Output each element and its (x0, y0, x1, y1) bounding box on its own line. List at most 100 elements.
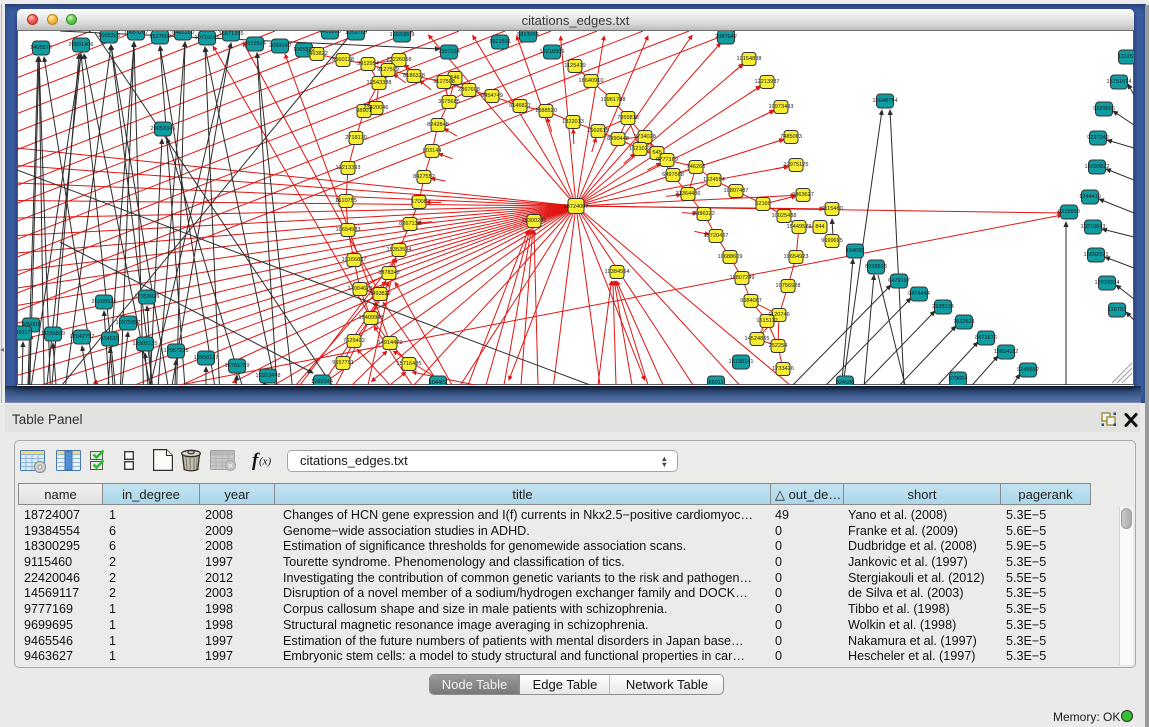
svg-text:3493822: 3493822 (369, 291, 391, 297)
svg-text:746266: 746266 (687, 164, 706, 170)
svg-text:6466160: 6466160 (172, 31, 194, 36)
svg-text:10210643: 10210643 (1081, 224, 1106, 230)
svg-text:10653267: 10653267 (124, 31, 149, 36)
svg-text:16640910: 16640910 (579, 78, 604, 84)
svg-text:12923448: 12923448 (256, 373, 281, 379)
svg-text:15449579: 15449579 (787, 224, 812, 230)
svg-text:10654983: 10654983 (336, 227, 361, 233)
svg-text:116753: 116753 (1108, 307, 1126, 313)
svg-text:65011: 65011 (708, 380, 723, 385)
svg-text:21364486: 21364486 (676, 191, 701, 197)
svg-text:252254: 252254 (769, 343, 788, 349)
svg-text:104402: 104402 (429, 380, 448, 385)
svg-text:98901: 98901 (356, 108, 372, 114)
svg-text:8471676: 8471676 (975, 335, 997, 341)
svg-text:10975857: 10975857 (116, 320, 141, 326)
svg-text:1588520: 1588520 (535, 108, 557, 114)
svg-text:19654923: 19654923 (784, 254, 809, 260)
svg-text:19218906: 19218906 (540, 49, 565, 55)
svg-text:3878342: 3878342 (378, 270, 400, 276)
svg-text:939001: 939001 (22, 322, 41, 328)
svg-text:9227342: 9227342 (1087, 135, 1109, 141)
svg-text:14524855: 14524855 (745, 336, 770, 342)
svg-text:15409948: 15409948 (359, 315, 384, 321)
svg-text:1610755: 1610755 (335, 198, 357, 204)
svg-text:18300295: 18300295 (522, 218, 547, 224)
svg-text:10543338: 10543338 (367, 80, 392, 86)
svg-text:10154808: 10154808 (737, 56, 762, 62)
svg-text:(x): (x) (259, 456, 272, 468)
svg-text:8242848: 8242848 (427, 122, 449, 128)
svg-text:7463820: 7463820 (319, 31, 341, 35)
svg-text:18724007: 18724007 (564, 204, 589, 210)
svg-text:15138141: 15138141 (729, 359, 754, 365)
svg-text:16671355: 16671355 (219, 31, 244, 37)
svg-text:9734028: 9734028 (634, 134, 656, 140)
svg-text:114519: 114519 (101, 336, 119, 342)
svg-text:2935134: 2935134 (932, 304, 954, 310)
svg-text:15692971: 15692971 (1084, 252, 1109, 258)
svg-text:20206526: 20206526 (92, 299, 117, 305)
svg-text:39117: 39117 (17, 330, 31, 336)
svg-text:10973493: 10973493 (769, 104, 794, 110)
svg-text:17359926: 17359926 (135, 294, 160, 300)
svg-text:9084067: 9084067 (740, 298, 762, 304)
svg-text:8938923: 8938923 (865, 264, 887, 270)
svg-text:545: 545 (652, 150, 661, 156)
svg-text:15720407: 15720407 (704, 233, 729, 239)
svg-text:16648784: 16648784 (873, 98, 898, 104)
svg-text:7463822: 7463822 (306, 51, 328, 57)
svg-text:1615112: 1615112 (756, 318, 777, 324)
svg-text:8427552: 8427552 (413, 174, 435, 180)
svg-text:9474444: 9474444 (908, 291, 930, 297)
svg-text:16033809: 16033809 (390, 32, 415, 38)
svg-text:8186328: 8186328 (403, 73, 425, 79)
svg-text:29053346: 29053346 (151, 126, 176, 132)
svg-text:3675685: 3675685 (438, 99, 460, 105)
svg-text:1052760: 1052760 (345, 31, 367, 36)
svg-text:7625402: 7625402 (343, 338, 365, 344)
svg-text:2069140: 2069140 (269, 43, 291, 49)
svg-text:8990448: 8990448 (607, 136, 629, 142)
svg-text:17957225: 17957225 (164, 348, 189, 354)
svg-text:17016504: 17016504 (1095, 280, 1120, 286)
svg-text:9146821: 9146821 (509, 103, 531, 109)
svg-text:9777169: 9777169 (656, 157, 678, 163)
svg-text:15751074: 15751074 (1107, 79, 1132, 85)
svg-text:16782759: 16782759 (225, 363, 250, 369)
svg-text:10719185: 10719185 (195, 35, 220, 41)
svg-text:7515524: 7515524 (244, 41, 266, 47)
svg-text:8267130: 8267130 (399, 221, 421, 227)
svg-text:9245652: 9245652 (1017, 367, 1039, 373)
svg-text:164095: 164095 (846, 248, 865, 254)
svg-text:1621022: 1621022 (629, 146, 651, 152)
svg-text:803144: 803144 (423, 148, 442, 154)
svg-text:2367608: 2367608 (458, 87, 480, 93)
svg-text:6479197: 6479197 (888, 278, 910, 284)
svg-text:9115460: 9115460 (821, 206, 842, 212)
svg-text:1733426: 1733426 (772, 366, 794, 372)
svg-text:1527602: 1527602 (149, 34, 171, 40)
svg-text:12975125: 12975125 (784, 162, 809, 168)
svg-text:12213987: 12213987 (755, 79, 780, 85)
svg-text:1125419: 1125419 (564, 63, 585, 69)
svg-text:12093822: 12093822 (1085, 164, 1110, 170)
svg-text:3912954: 3912954 (357, 61, 379, 67)
svg-text:10025438: 10025438 (772, 213, 797, 219)
svg-text:1624554: 1624554 (703, 177, 725, 183)
svg-text:6497568: 6497568 (662, 172, 684, 178)
svg-text:844: 844 (815, 224, 824, 230)
svg-text:9657791: 9657791 (332, 360, 354, 366)
svg-text:8215958: 8215958 (1058, 209, 1080, 215)
svg-text:1292344: 1292344 (311, 379, 333, 385)
svg-text:8813054: 8813054 (517, 32, 539, 38)
svg-text:1822013: 1822013 (562, 119, 584, 125)
svg-text:14914479: 14914479 (378, 340, 403, 346)
svg-text:9127508: 9127508 (433, 79, 455, 85)
svg-text:12213393: 12213393 (336, 165, 361, 171)
svg-text:2718170: 2718170 (345, 135, 367, 141)
svg-text:7357224: 7357224 (438, 49, 460, 55)
svg-text:7955812: 7955812 (617, 115, 639, 121)
svg-text:111253: 111253 (1118, 54, 1134, 60)
svg-text:20691406: 20691406 (69, 42, 94, 48)
